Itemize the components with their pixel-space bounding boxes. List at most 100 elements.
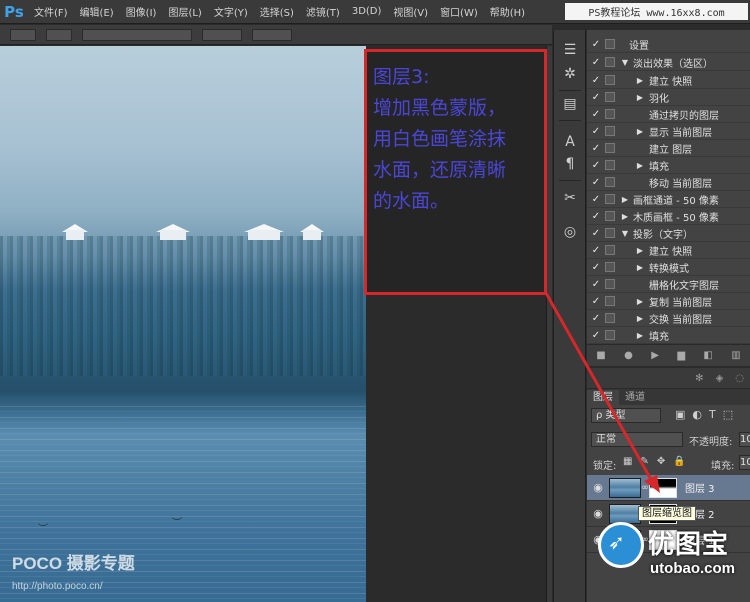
menu-help[interactable]: 帮助(H) [484,4,531,19]
history-snapshot-box[interactable] [605,143,615,153]
history-check[interactable]: ✓ [587,39,605,50]
layer-name[interactable]: 图层 3 [677,480,715,495]
layer-filter-select[interactable]: ρ 类型 [591,408,661,423]
history-item[interactable]: ✓ ▶ 填充 [587,157,750,174]
layer-mask-thumbnail[interactable] [649,477,677,498]
character-icon[interactable]: A [559,132,581,152]
shape-filter-icon[interactable]: ⬚ [723,408,733,421]
eye-icon[interactable]: ◈ [716,373,724,384]
expand-icon[interactable]: ▶ [617,76,649,85]
menu-file[interactable]: 文件(F) [28,4,74,19]
history-snapshot-box[interactable] [605,279,615,289]
history-item[interactable]: ✓ ▼ 投影（文字） [587,225,750,242]
history-snapshot-icon[interactable]: ● [624,350,633,361]
layer-thumbnail[interactable] [609,477,641,498]
type-filter-icon[interactable]: T [709,408,716,421]
history-check[interactable]: ✓ [587,92,605,103]
history-snapshot-box[interactable] [605,194,615,204]
history-snapshot-box[interactable] [605,75,615,85]
menu-image[interactable]: 图像(I) [120,4,163,19]
history-play-icon[interactable]: ▶ [651,350,659,361]
history-item[interactable]: ✓ ▶ 转换模式 [587,259,750,276]
flow-field[interactable] [252,28,292,41]
history-item[interactable]: ✓ ▶ 填充 [587,327,750,344]
history-item[interactable]: ✓ ▶ 画框通道 - 50 像素 [587,191,750,208]
history-check[interactable]: ✓ [587,143,605,154]
tool-presets-icon[interactable]: ✂ [559,188,581,208]
history-check[interactable]: ✓ [587,279,605,290]
mode-select[interactable] [82,28,192,41]
history-check[interactable]: ✓ [587,160,605,171]
expand-icon[interactable]: ▶ [617,212,633,221]
history-check[interactable]: ✓ [587,330,605,341]
history-check[interactable]: ✓ [587,75,605,86]
history-snapshot-box[interactable] [605,211,615,221]
menu-3d[interactable]: 3D(D) [346,6,388,17]
expand-icon[interactable]: ▶ [617,331,649,340]
history-check[interactable]: ✓ [587,296,605,307]
expand-icon[interactable]: ▶ [617,263,649,272]
menu-edit[interactable]: 编辑(E) [74,4,120,19]
history-snapshot-box[interactable] [605,126,615,136]
history-item[interactable]: ✓ 栅格化文字图层 [587,276,750,293]
paragraph-style-icon[interactable]: ▤ [559,94,581,114]
expand-icon[interactable]: ▶ [617,161,649,170]
history-check[interactable]: ✓ [587,245,605,256]
history-check[interactable]: ✓ [587,57,605,68]
history-item[interactable]: ✓ ▼ 淡出效果（选区） [587,54,750,71]
history-check[interactable]: ✓ [587,177,605,188]
fill-input[interactable]: 100% [739,455,750,470]
opacity-input[interactable]: 100% [739,432,750,447]
circle-icon[interactable]: ◌ [735,373,744,384]
tab-channels[interactable]: 通道 [619,390,651,405]
expand-icon[interactable]: ▼ [617,58,633,67]
lock-transparency-icon[interactable]: ▦ [623,456,632,467]
history-item[interactable]: ✓ ▶ 建立 快照 [587,72,750,89]
history-check[interactable]: ✓ [587,228,605,239]
history-check[interactable]: ✓ [587,194,605,205]
image-filter-icon[interactable]: ▣ [675,408,685,421]
folder-icon[interactable]: ▆ [677,350,685,361]
expand-icon[interactable]: ▶ [617,127,649,136]
menu-select[interactable]: 选择(S) [254,4,300,19]
history-snapshot-box[interactable] [605,313,615,323]
history-menu-icon[interactable]: ■ [596,350,605,361]
expand-icon[interactable]: ▶ [617,314,649,323]
expand-icon[interactable]: ▶ [617,195,633,204]
3d-icon[interactable]: ◎ [559,222,581,242]
history-item[interactable]: ✓ 建立 图层 [587,140,750,157]
expand-icon[interactable]: ▶ [617,246,649,255]
document-canvas[interactable]: ︶ ︶ POCO 摄影专题 http://photo.poco.cn/ [0,46,366,602]
brush-settings-icon[interactable]: ☰ [559,40,581,60]
history-item[interactable]: ✓ ▶ 显示 当前图层 [587,123,750,140]
expand-icon[interactable]: ▶ [617,93,649,102]
history-item[interactable]: ✓ ▶ 木质画框 - 50 像素 [587,208,750,225]
history-item[interactable]: ✓ ▶ 建立 快照 [587,242,750,259]
history-snapshot-box[interactable] [605,57,615,67]
expand-icon[interactable]: ▼ [617,229,633,238]
history-check[interactable]: ✓ [587,211,605,222]
history-check[interactable]: ✓ [587,313,605,324]
history-check[interactable]: ✓ [587,262,605,273]
menu-layer[interactable]: 图层(L) [162,4,207,19]
history-snapshot-box[interactable] [605,296,615,306]
settings-icon[interactable]: ✻ [695,373,703,384]
menu-filter[interactable]: 滤镜(T) [300,4,346,19]
history-item[interactable]: ✓ 设置 [587,36,750,53]
history-snapshot-box[interactable] [605,262,615,272]
eye-icon[interactable]: ◉ [587,481,609,494]
brush-size-picker[interactable] [46,28,72,41]
layer-row-3[interactable]: ◉ ∞ 图层 3 [587,475,750,501]
blend-mode-select[interactable]: 正常 [591,432,683,447]
menu-type[interactable]: 文字(Y) [208,4,254,19]
menu-view[interactable]: 视图(V) [387,4,434,19]
history-snapshot-box[interactable] [605,160,615,170]
opacity-field[interactable] [202,28,242,41]
tool-preset-picker[interactable] [10,28,36,41]
history-item[interactable]: ✓ ▶ 交换 当前图层 [587,310,750,327]
tab-layers[interactable]: 图层 [587,390,619,405]
history-snapshot-box[interactable] [605,109,615,119]
menu-window[interactable]: 窗口(W) [434,4,484,19]
new-document-icon[interactable]: ◧ [703,350,712,361]
trash-icon[interactable]: ▥ [731,350,740,361]
